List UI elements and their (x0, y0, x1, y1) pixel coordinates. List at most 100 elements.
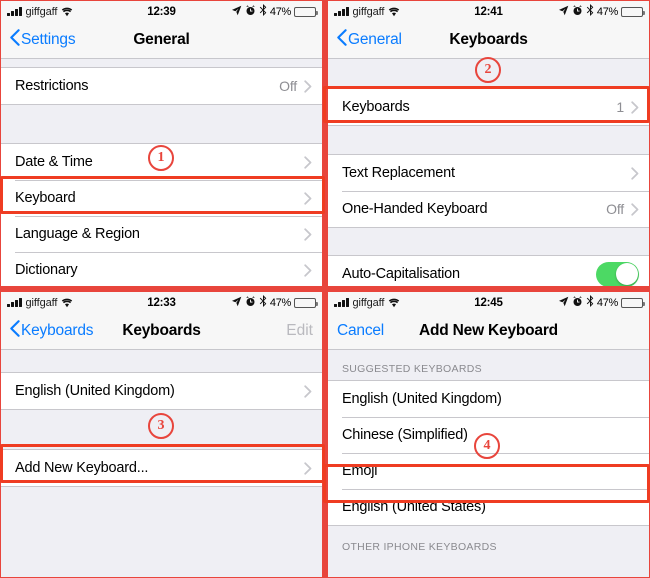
battery-percent-label: 47% (269, 5, 291, 18)
row-english-us[interactable]: English (United States) (328, 489, 649, 525)
carrier-label: giffgaff (352, 296, 385, 309)
alarm-clock-icon (245, 295, 256, 310)
chevron-left-icon (337, 29, 347, 51)
row-accessory (304, 461, 312, 475)
back-button-label: General (348, 31, 402, 48)
back-button-keyboards[interactable]: Keyboards (10, 320, 94, 342)
bluetooth-icon (586, 4, 594, 19)
row-one-handed-keyboard[interactable]: One-Handed Keyboard Off (328, 191, 649, 227)
chevron-right-icon (304, 155, 312, 169)
chevron-right-icon (304, 384, 312, 398)
alarm-clock-icon (245, 4, 256, 19)
back-button-label: Settings (21, 31, 76, 48)
nav-bar: General Keyboards (328, 22, 649, 59)
edit-button[interactable]: Edit (286, 322, 313, 340)
nav-bar: Cancel Add New Keyboard (328, 313, 649, 350)
carrier-label: giffgaff (352, 5, 385, 18)
row-label: Language & Region (15, 226, 140, 242)
row-text-replacement[interactable]: Text Replacement (328, 155, 649, 191)
battery-icon (294, 297, 318, 308)
cellular-signal-icon (7, 7, 22, 16)
list-group-restrictions: Restrictions Off (1, 67, 322, 105)
list-group-text: Text Replacement One-Handed Keyboard Off (328, 154, 649, 228)
row-english-uk[interactable]: English (United Kingdom) (1, 373, 322, 409)
nav-bar: Keyboards Keyboards Edit (1, 313, 322, 350)
step-badge-4: 4 (474, 433, 500, 459)
alarm-clock-icon (572, 4, 583, 19)
row-label: Text Replacement (342, 165, 455, 181)
row-accessory (304, 384, 312, 398)
row-label: Chinese (Simplified) (342, 427, 468, 443)
list-group-installed: English (United Kingdom) (1, 372, 322, 410)
row-add-new-keyboard[interactable]: Add New Keyboard... (1, 450, 322, 486)
bluetooth-icon (586, 295, 594, 310)
row-english-uk[interactable]: English (United Kingdom) (328, 381, 649, 417)
list-gap (328, 126, 649, 154)
row-label: One-Handed Keyboard (342, 201, 488, 217)
row-auto-capitalisation[interactable]: Auto-Capitalisation (328, 256, 649, 286)
chevron-right-icon (631, 100, 639, 114)
bluetooth-icon (259, 295, 267, 310)
status-bar-left: giffgaff (334, 6, 400, 18)
cancel-button[interactable]: Cancel (337, 322, 384, 340)
step-badge-3-wrap: 3 (146, 411, 176, 441)
wifi-icon (388, 7, 400, 17)
row-value: Off (606, 201, 624, 217)
carrier-label: giffgaff (25, 296, 58, 309)
row-label: English (United Kingdom) (342, 391, 502, 407)
list-gap (328, 228, 649, 255)
row-accessory: 1 (616, 99, 639, 115)
step-badge-3: 3 (148, 413, 174, 439)
row-dictionary[interactable]: Dictionary (1, 252, 322, 286)
status-bar: giffgaff 12:33 47% (1, 292, 322, 313)
status-bar-right: 47% (231, 295, 318, 310)
nav-bar: Settings General (1, 22, 322, 59)
status-bar-right: 47% (558, 295, 645, 310)
list-gap (1, 105, 322, 143)
row-language-region[interactable]: Language & Region (1, 216, 322, 252)
chevron-right-icon (304, 79, 312, 93)
chevron-right-icon (304, 227, 312, 241)
settings-list: Keyboards 1 Text Replacement One-Handed … (328, 59, 649, 286)
section-header-other: OTHER IPHONE KEYBOARDS (328, 526, 649, 558)
row-label: Restrictions (15, 78, 89, 94)
row-accessory (304, 155, 312, 169)
list-group-keyboards: Keyboards 1 (328, 88, 649, 126)
row-label: Add New Keyboard... (15, 460, 149, 476)
chevron-right-icon (631, 202, 639, 216)
auto-capitalisation-toggle[interactable] (596, 261, 639, 286)
list-group-add: Add New Keyboard... (1, 449, 322, 487)
row-keyboards[interactable]: Keyboards 1 (328, 89, 649, 125)
battery-percent-label: 47% (596, 296, 618, 309)
row-accessory (304, 191, 312, 205)
cellular-signal-icon (334, 298, 349, 307)
status-bar-left: giffgaff (7, 297, 73, 309)
wifi-icon (61, 298, 73, 308)
cellular-signal-icon (7, 298, 22, 307)
wifi-icon (388, 298, 400, 308)
location-arrow-icon (231, 5, 242, 19)
battery-percent-label: 47% (596, 5, 618, 18)
status-bar: giffgaff 12:39 47% (1, 1, 322, 22)
row-accessory (304, 263, 312, 277)
back-button-settings[interactable]: Settings (10, 29, 76, 51)
status-bar-left: giffgaff (7, 6, 73, 18)
row-accessory: Off (606, 201, 639, 217)
bluetooth-icon (259, 4, 267, 19)
list-gap (1, 59, 322, 67)
row-label: English (United States) (342, 499, 486, 515)
step-badge-1: 1 (148, 145, 174, 171)
wifi-icon (61, 7, 73, 17)
row-accessory (631, 166, 639, 180)
back-button-general[interactable]: General (337, 29, 402, 51)
row-value: 1 (616, 99, 624, 115)
row-accessory (596, 261, 639, 286)
row-value: Off (279, 78, 297, 94)
step-badge-2: 2 (475, 57, 501, 83)
battery-percent-label: 47% (269, 296, 291, 309)
row-keyboard[interactable]: Keyboard (1, 180, 322, 216)
add-keyboard-list: SUGGESTED KEYBOARDS English (United King… (328, 350, 649, 577)
row-label: Keyboards (342, 99, 410, 115)
row-restrictions[interactable]: Restrictions Off (1, 68, 322, 104)
chevron-right-icon (631, 166, 639, 180)
